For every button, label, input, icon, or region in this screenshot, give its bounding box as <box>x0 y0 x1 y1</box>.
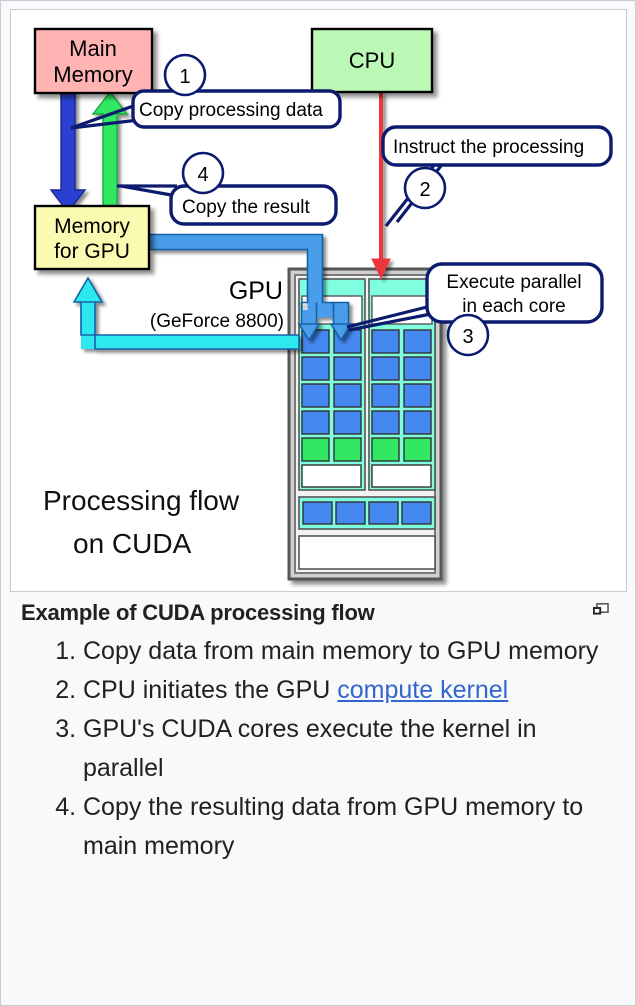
caption-step-list: Copy data from main memory to GPU memory… <box>21 632 619 866</box>
gpu-bottom-core-strip <box>298 496 436 530</box>
list-item: Copy data from main memory to GPU memory <box>83 632 619 671</box>
svg-text:Copy processing data: Copy processing data <box>139 100 323 121</box>
svg-text:for GPU: for GPU <box>54 240 130 263</box>
svg-text:on CUDA: on CUDA <box>73 528 192 559</box>
svg-text:Copy the result: Copy the result <box>182 197 311 218</box>
enlarge-icon[interactable] <box>593 603 609 617</box>
step-text: GPU's CUDA cores execute the kernel in p… <box>83 715 537 782</box>
svg-text:Memory: Memory <box>53 62 132 87</box>
list-item: GPU's CUDA cores execute the kernel in p… <box>83 710 619 788</box>
svg-text:Execute parallel: Execute parallel <box>446 272 581 293</box>
svg-text:Memory: Memory <box>54 215 130 238</box>
step-text: CPU initiates the GPU <box>83 676 338 704</box>
svg-text:Processing flow: Processing flow <box>43 485 240 516</box>
figure-thumbnail-frame: Main Memory CPU Memory for GPU GPU (GeFo… <box>0 0 636 1006</box>
step-text: Copy data from main memory to GPU memory <box>83 637 599 665</box>
cuda-flow-diagram: Main Memory CPU Memory for GPU GPU (GeFo… <box>11 10 626 591</box>
svg-text:3: 3 <box>462 326 473 348</box>
svg-text:2: 2 <box>419 179 430 201</box>
svg-text:CPU: CPU <box>349 48 395 73</box>
figure-image-box[interactable]: Main Memory CPU Memory for GPU GPU (GeFo… <box>10 9 627 592</box>
gpu-cluster-right <box>368 278 436 491</box>
svg-text:Main: Main <box>69 36 117 61</box>
compute-kernel-link[interactable]: compute kernel <box>337 676 508 704</box>
svg-text:4: 4 <box>197 164 208 186</box>
block-main-memory: Main Memory <box>33 27 154 95</box>
block-gpu-memory: Memory for GPU <box>33 204 151 271</box>
block-cpu: CPU <box>310 27 434 94</box>
svg-text:(GeForce 8800): (GeForce 8800) <box>150 311 284 332</box>
svg-text:GPU: GPU <box>229 277 283 305</box>
list-item: Copy the resulting data from GPU memory … <box>83 788 619 866</box>
svg-text:in each core: in each core <box>462 296 566 317</box>
figure-caption: Example of CUDA processing flow Copy dat… <box>11 598 627 866</box>
list-item: CPU initiates the GPU compute kernel <box>83 671 619 710</box>
caption-title: Example of CUDA processing flow <box>21 600 375 625</box>
step-text: Copy the resulting data from GPU memory … <box>83 793 584 860</box>
svg-text:Instruct the processing: Instruct the processing <box>393 137 584 158</box>
svg-text:1: 1 <box>179 66 190 88</box>
